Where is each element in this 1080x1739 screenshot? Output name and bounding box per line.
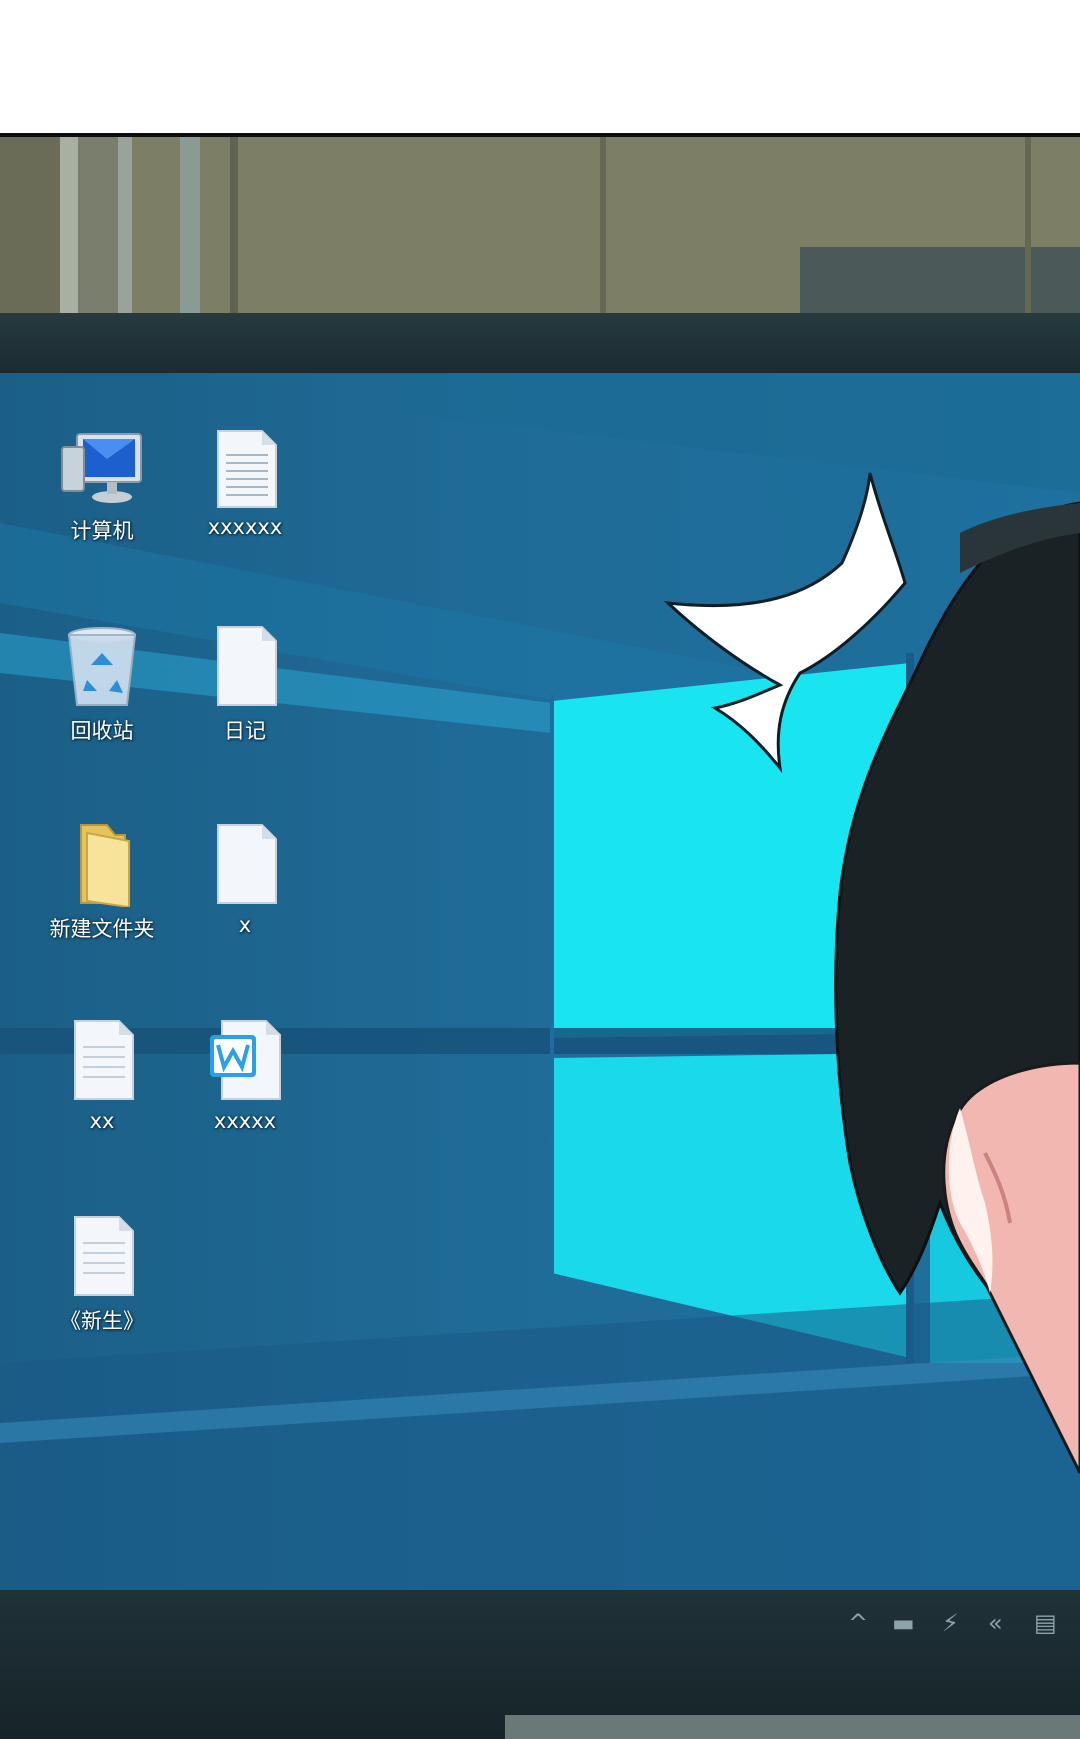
- keyboard-icon[interactable]: ▬: [892, 1609, 915, 1637]
- background-wall: [0, 137, 1080, 313]
- surprise-mark-icon: [663, 472, 907, 774]
- chevron-up-icon[interactable]: ^: [848, 1609, 868, 1637]
- wall-art: [0, 137, 1080, 313]
- desktop-screen: 计算机 xxxxxx 回收站 日记 新建文件夹 x xx xxxxx 《新生》: [0, 373, 1080, 1590]
- volume-icon[interactable]: «: [988, 1609, 1003, 1637]
- lower-screen-edge: [505, 1715, 1080, 1739]
- monitor-scene: 计算机 xxxxxx 回收站 日记 新建文件夹 x xx xxxxx 《新生》 …: [0, 133, 1080, 1739]
- monitor-bezel-top: [0, 313, 1080, 373]
- network-icon[interactable]: ⚡: [942, 1609, 959, 1637]
- notification-icon[interactable]: ▤: [1034, 1609, 1057, 1637]
- system-tray: ^ ▬ ⚡ « ▤: [820, 1609, 1080, 1659]
- character-overlay: [663, 472, 1080, 1474]
